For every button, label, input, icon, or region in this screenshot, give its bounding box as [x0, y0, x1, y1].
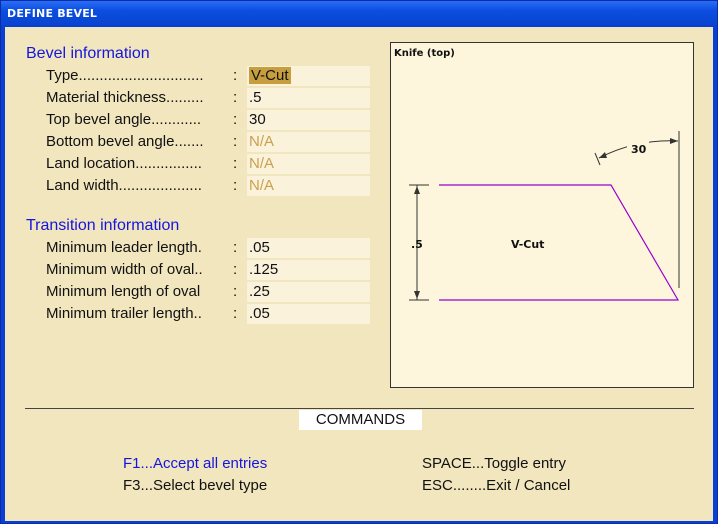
define-bevel-window: DEFINE BEVEL Bevel information Type.....…	[0, 0, 718, 524]
min-length-oval-value[interactable]: .25	[247, 282, 370, 302]
angle-arrow-left	[599, 152, 607, 158]
material-thickness-value[interactable]: .5	[247, 88, 370, 108]
field-label: Bottom bevel angle.......	[46, 133, 204, 150]
thickness-arrow-up	[414, 186, 420, 194]
type-value[interactable]: V-Cut	[247, 66, 370, 86]
field-label: Minimum width of oval..	[46, 261, 203, 278]
dialog-body: Bevel information Type..................…	[5, 27, 713, 521]
field-colon: :	[233, 133, 238, 150]
window-title: DEFINE BEVEL	[7, 7, 98, 20]
field-label: Type..............................	[46, 67, 204, 84]
angle-arrow-right	[670, 138, 678, 144]
bevel-information-heading: Bevel information	[26, 45, 150, 62]
bottom-bevel-angle-value[interactable]: N/A	[247, 132, 370, 152]
exit-cancel-command[interactable]: ESC........Exit / Cancel	[422, 477, 570, 494]
thickness-label: .5	[411, 238, 423, 251]
preview-title: Knife (top)	[394, 48, 455, 59]
top-bevel-angle-value[interactable]: 30	[247, 110, 370, 130]
type-label: V-Cut	[511, 238, 544, 251]
field-colon: :	[233, 155, 238, 172]
field-label: Minimum leader length.	[46, 239, 202, 256]
knife-preview-panel: Knife (top) 30 .5 V-Cut	[390, 42, 694, 388]
field-colon: :	[233, 67, 238, 84]
field-colon: :	[233, 261, 238, 278]
title-bar[interactable]: DEFINE BEVEL	[1, 1, 717, 25]
select-bevel-type-command[interactable]: F3...Select bevel type	[123, 477, 267, 494]
field-colon: :	[233, 111, 238, 128]
type-value-text: V-Cut	[249, 67, 291, 84]
min-trailer-length-value[interactable]: .05	[247, 304, 370, 324]
field-colon: :	[233, 305, 238, 322]
field-label: Minimum trailer length..	[46, 305, 202, 322]
toggle-entry-command[interactable]: SPACE...Toggle entry	[422, 455, 566, 472]
thickness-arrow-down	[414, 291, 420, 299]
commands-title: COMMANDS	[299, 410, 422, 430]
field-colon: :	[233, 89, 238, 106]
field-label: Land width....................	[46, 177, 202, 194]
transition-information-heading: Transition information	[26, 217, 180, 234]
field-colon: :	[233, 177, 238, 194]
field-colon: :	[233, 239, 238, 256]
min-width-oval-value[interactable]: .125	[247, 260, 370, 280]
field-colon: :	[233, 283, 238, 300]
field-label: Land location................	[46, 155, 202, 172]
accept-all-command[interactable]: F1...Accept all entries	[123, 455, 267, 472]
angle-label: 30	[631, 143, 647, 156]
field-label: Top bevel angle............	[46, 111, 202, 128]
min-leader-length-value[interactable]: .05	[247, 238, 370, 258]
knife-diagram: Knife (top) 30 .5 V-Cut	[394, 48, 680, 301]
field-label: Material thickness.........	[46, 89, 204, 106]
land-width-value[interactable]: N/A	[247, 176, 370, 196]
land-location-value[interactable]: N/A	[247, 154, 370, 174]
field-label: Minimum length of oval	[46, 283, 201, 300]
commands-divider	[25, 408, 694, 409]
knife-profile-line	[439, 184, 680, 301]
angle-extension-line	[594, 152, 601, 166]
